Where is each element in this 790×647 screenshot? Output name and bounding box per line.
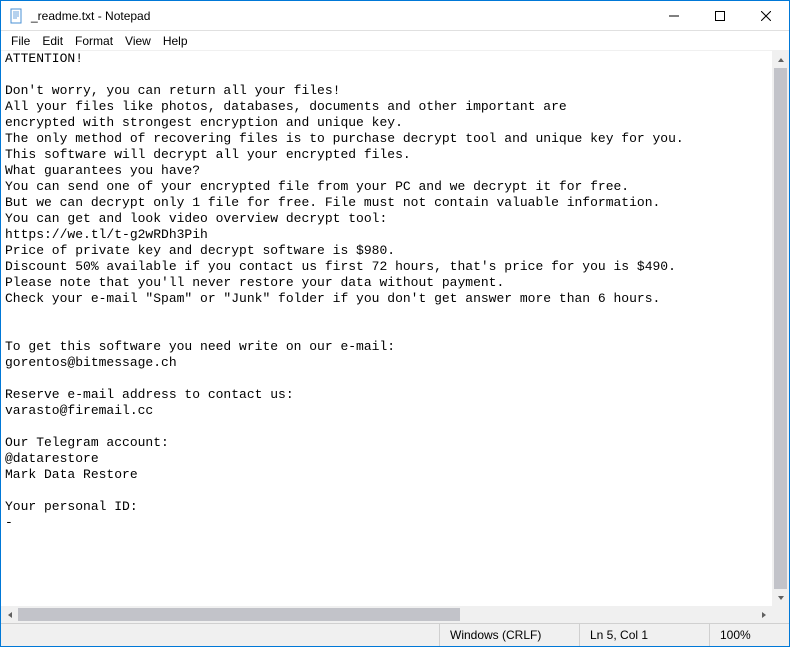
horizontal-scrollbar[interactable] bbox=[1, 606, 772, 623]
notepad-icon bbox=[9, 8, 25, 24]
status-encoding: Windows (CRLF) bbox=[439, 624, 579, 646]
vertical-scroll-track[interactable] bbox=[772, 68, 789, 589]
scroll-down-arrow[interactable] bbox=[772, 589, 789, 606]
menu-file[interactable]: File bbox=[5, 33, 36, 49]
text-content[interactable]: ATTENTION! Don't worry, you can return a… bbox=[1, 51, 789, 606]
menu-view[interactable]: View bbox=[119, 33, 157, 49]
vertical-scrollbar[interactable] bbox=[772, 51, 789, 606]
editor-area: ATTENTION! Don't worry, you can return a… bbox=[1, 51, 789, 623]
window-title: _readme.txt - Notepad bbox=[31, 9, 150, 23]
horizontal-scroll-track[interactable] bbox=[18, 606, 755, 623]
menubar: File Edit Format View Help bbox=[1, 31, 789, 51]
menu-format[interactable]: Format bbox=[69, 33, 119, 49]
vertical-scroll-thumb[interactable] bbox=[774, 68, 787, 589]
titlebar[interactable]: _readme.txt - Notepad bbox=[1, 1, 789, 31]
status-position: Ln 5, Col 1 bbox=[579, 624, 709, 646]
window-controls bbox=[651, 1, 789, 30]
horizontal-scroll-thumb[interactable] bbox=[18, 608, 460, 621]
scroll-up-arrow[interactable] bbox=[772, 51, 789, 68]
close-button[interactable] bbox=[743, 1, 789, 30]
scroll-left-arrow[interactable] bbox=[1, 606, 18, 623]
menu-edit[interactable]: Edit bbox=[36, 33, 69, 49]
scroll-corner bbox=[772, 606, 789, 623]
maximize-button[interactable] bbox=[697, 1, 743, 30]
scroll-right-arrow[interactable] bbox=[755, 606, 772, 623]
minimize-button[interactable] bbox=[651, 1, 697, 30]
statusbar: Windows (CRLF) Ln 5, Col 1 100% bbox=[1, 623, 789, 646]
status-zoom: 100% bbox=[709, 624, 789, 646]
notepad-window: _readme.txt - Notepad File Edit Format V… bbox=[0, 0, 790, 647]
menu-help[interactable]: Help bbox=[157, 33, 194, 49]
